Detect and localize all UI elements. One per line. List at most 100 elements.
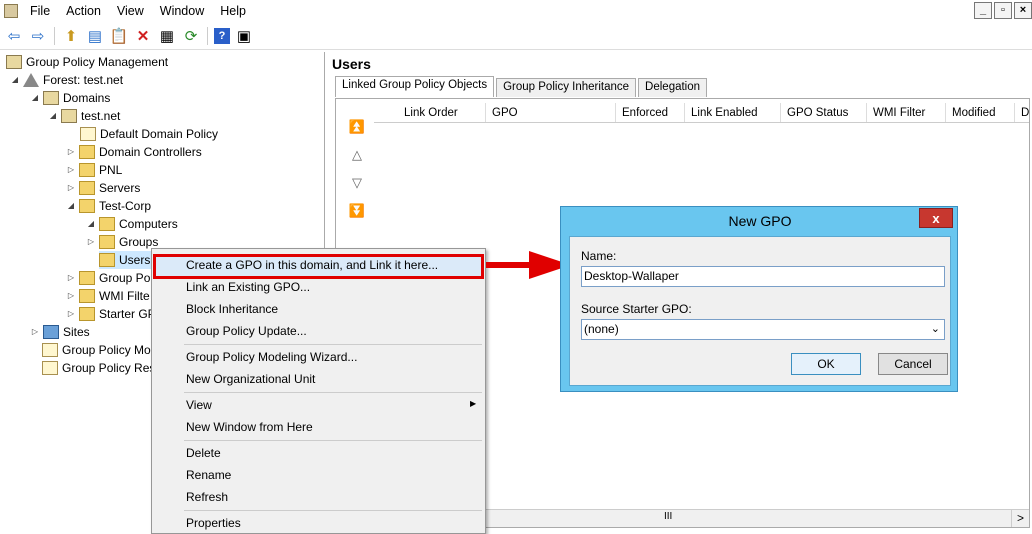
- expand-icon[interactable]: ▷: [66, 179, 76, 197]
- col-d[interactable]: D: [1015, 103, 1029, 122]
- refresh-icon[interactable]: ⟳: [181, 26, 201, 46]
- menu-create-gpo-link[interactable]: Create a GPO in this domain, and Link it…: [186, 254, 438, 276]
- tree-node-modeling[interactable]: Group Policy Mo: [42, 341, 151, 359]
- app-icon: [4, 4, 18, 18]
- tree-node-results[interactable]: Group Policy Res: [42, 359, 155, 377]
- menu-file[interactable]: File: [22, 4, 58, 18]
- delete-icon[interactable]: ✕: [133, 26, 153, 46]
- expand-icon[interactable]: ▷: [66, 143, 76, 161]
- ou-icon: [79, 145, 95, 159]
- tree-node-computers[interactable]: ◢ Computers: [86, 215, 178, 233]
- tree-node-groups[interactable]: ▷ Groups: [86, 233, 158, 251]
- name-input[interactable]: Desktop-Wallaper: [581, 266, 945, 287]
- tree-node-pnl[interactable]: ▷ PNL: [66, 161, 122, 179]
- results-icon: [42, 361, 58, 375]
- col-link-enabled[interactable]: Link Enabled: [685, 103, 781, 122]
- move-down-icon[interactable]: ▽: [346, 175, 368, 203]
- starter-gpo-value: (none): [584, 322, 619, 336]
- menu-view[interactable]: View: [186, 394, 212, 416]
- tree-node-users[interactable]: Users: [99, 251, 155, 269]
- menu-modeling-wizard[interactable]: Group Policy Modeling Wizard...: [186, 346, 357, 368]
- cancel-button[interactable]: Cancel: [878, 353, 948, 375]
- close-window-button[interactable]: ×: [1014, 2, 1032, 19]
- chevron-down-icon[interactable]: ⌄: [931, 320, 940, 339]
- tab-inheritance[interactable]: Group Policy Inheritance: [496, 78, 637, 97]
- move-bottom-icon[interactable]: ⏬: [346, 203, 368, 231]
- tree-node-starter-gpos[interactable]: ▷ Starter GP: [66, 305, 156, 323]
- tree-node-default-domain-policy[interactable]: Default Domain Policy: [80, 125, 218, 143]
- up-folder-icon[interactable]: ⬆: [61, 26, 81, 46]
- menu-action[interactable]: Action: [58, 4, 109, 18]
- menu-block-inheritance[interactable]: Block Inheritance: [186, 298, 278, 320]
- tab-delegation[interactable]: Delegation: [638, 78, 708, 97]
- move-up-icon[interactable]: △: [346, 147, 368, 175]
- menu-window[interactable]: Window: [152, 4, 212, 18]
- new-gpo-dialog: New GPO x Name: Desktop-Wallaper Source …: [560, 206, 958, 392]
- ou-icon: [99, 217, 115, 231]
- action-pane-icon[interactable]: ▣: [234, 26, 254, 46]
- tab-linked-gpos[interactable]: Linked Group Policy Objects: [335, 76, 495, 97]
- col-link-order[interactable]: Link Order: [374, 103, 486, 122]
- col-enforced[interactable]: Enforced: [616, 103, 685, 122]
- ou-icon: [79, 199, 95, 213]
- tree-node-group-policy-objects[interactable]: ▷ Group Po: [66, 269, 150, 287]
- tree-node-domain[interactable]: ◢ test.net: [48, 107, 120, 125]
- menu-new-window[interactable]: New Window from Here: [186, 416, 313, 438]
- expand-icon[interactable]: ▷: [30, 323, 40, 341]
- expand-icon[interactable]: ▷: [66, 305, 76, 323]
- tree-node-domains[interactable]: ◢ Domains: [30, 89, 110, 107]
- collapse-icon[interactable]: ◢: [48, 107, 58, 125]
- starter-gpo-select[interactable]: (none) ⌄: [581, 319, 945, 340]
- collapse-icon[interactable]: ◢: [66, 197, 76, 215]
- ok-button[interactable]: OK: [791, 353, 861, 375]
- forest-icon: [23, 73, 39, 87]
- tree-node-forest[interactable]: ◢ Forest: test.net: [10, 71, 123, 89]
- toolbar: ⇦ ⇨ ⬆ ▤ 📋 ✕ ▦ ⟳ ? ▣: [0, 22, 1032, 50]
- menu-view[interactable]: View: [109, 4, 152, 18]
- gpo-link-icon: [80, 127, 96, 141]
- clipboard-icon[interactable]: 📋: [109, 26, 129, 46]
- menu-properties[interactable]: Properties: [186, 512, 241, 534]
- tree-node-domain-controllers[interactable]: ▷ Domain Controllers: [66, 143, 202, 161]
- expand-icon[interactable]: ▷: [66, 269, 76, 287]
- menu-link-existing-gpo[interactable]: Link an Existing GPO...: [186, 276, 310, 298]
- tree-node-servers[interactable]: ▷ Servers: [66, 179, 140, 197]
- forward-icon[interactable]: ⇨: [28, 26, 48, 46]
- link-order-controls: ⏫ △ ▽ ⏬: [346, 119, 368, 231]
- col-modified[interactable]: Modified: [946, 103, 1015, 122]
- back-icon[interactable]: ⇦: [4, 26, 24, 46]
- collapse-icon[interactable]: ◢: [86, 215, 96, 233]
- menu-help[interactable]: Help: [212, 4, 254, 18]
- col-gpo[interactable]: GPO: [486, 103, 616, 122]
- menu-rename[interactable]: Rename: [186, 464, 231, 486]
- expand-icon[interactable]: ▷: [66, 287, 76, 305]
- col-gpo-status[interactable]: GPO Status: [781, 103, 867, 122]
- show-hide-tree-icon[interactable]: ▤: [85, 26, 105, 46]
- scroll-thumb[interactable]: III: [664, 511, 672, 522]
- menu-gp-update[interactable]: Group Policy Update...: [186, 320, 307, 342]
- console-icon: [6, 55, 22, 69]
- menu-bar: File Action View Window Help _ ▫ ×: [0, 0, 1032, 22]
- collapse-icon[interactable]: ◢: [30, 89, 40, 107]
- menu-refresh[interactable]: Refresh: [186, 486, 228, 508]
- col-wmi-filter[interactable]: WMI Filter: [867, 103, 946, 122]
- move-top-icon[interactable]: ⏫: [346, 119, 368, 147]
- ou-icon: [99, 253, 115, 267]
- dialog-close-button[interactable]: x: [919, 208, 953, 228]
- context-menu: Create a GPO in this domain, and Link it…: [151, 248, 486, 534]
- tree-node-wmi-filters[interactable]: ▷ WMI Filte: [66, 287, 150, 305]
- help-icon[interactable]: ?: [214, 27, 230, 44]
- expand-icon[interactable]: ▷: [66, 161, 76, 179]
- menu-delete[interactable]: Delete: [186, 442, 221, 464]
- expand-icon[interactable]: ▷: [86, 233, 96, 251]
- collapse-icon[interactable]: ◢: [10, 71, 20, 89]
- scroll-right-icon[interactable]: >: [1011, 510, 1029, 527]
- window-buttons: _ ▫ ×: [972, 2, 1032, 19]
- properties-icon[interactable]: ▦: [157, 26, 177, 46]
- tree-node-test-corp[interactable]: ◢ Test-Corp: [66, 197, 151, 215]
- restore-button[interactable]: ▫: [994, 2, 1012, 19]
- tree-node-gpm[interactable]: Group Policy Management: [6, 53, 168, 71]
- minimize-button[interactable]: _: [974, 2, 992, 19]
- tree-node-sites[interactable]: ▷ Sites: [30, 323, 90, 341]
- menu-new-ou[interactable]: New Organizational Unit: [186, 368, 315, 390]
